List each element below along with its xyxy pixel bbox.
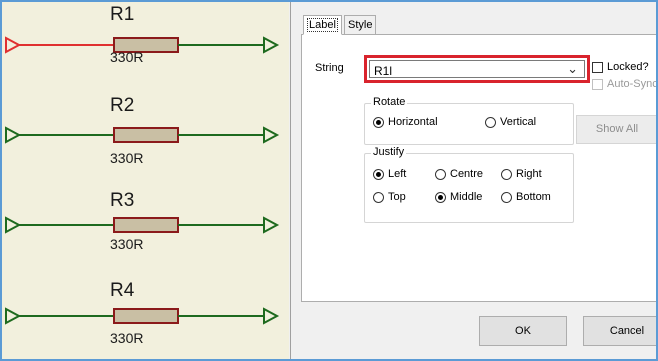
justify-centre-radio-dot[interactable] [435, 168, 446, 180]
ok-button[interactable]: OK [479, 316, 567, 346]
tab-style[interactable]: Style [344, 15, 377, 35]
show-all-button: Show All [576, 115, 656, 144]
justify-right-label: Right [516, 168, 542, 180]
justify-centre-radio[interactable]: Centre [435, 168, 483, 180]
pin-left-r4 [5, 307, 22, 325]
justify-bottom-radio-dot[interactable] [501, 191, 512, 203]
resistor-value-r1[interactable]: 330R [110, 49, 143, 65]
edit-label-dialog: Label Style String R1l ⌄ Locked? Auto-Sy… [290, 2, 658, 359]
tab-label[interactable]: Label [303, 15, 342, 35]
justify-right-radio-dot[interactable] [501, 168, 512, 180]
label-tab-panel: String R1l ⌄ Locked? Auto-Sync Rotate Ho… [301, 34, 658, 302]
justify-group-title: Justify [371, 146, 407, 158]
resistor-value-r4[interactable]: 330R [110, 330, 143, 346]
schematic-drawing [5, 36, 280, 325]
justify-middle-radio-dot[interactable] [435, 191, 446, 203]
string-highlight: R1l ⌄ [364, 55, 590, 83]
justify-left-radio-dot[interactable] [373, 168, 384, 180]
justify-centre-label: Centre [450, 168, 484, 180]
justify-bottom-radio[interactable]: Bottom [501, 191, 551, 203]
resistor-value-r3[interactable]: 330R [110, 236, 143, 252]
pin-left-r1 [5, 36, 22, 54]
locked-checkbox-label: Locked? [607, 61, 649, 73]
rotate-vertical-radio-dot[interactable] [485, 116, 496, 128]
string-combobox[interactable]: R1l ⌄ [369, 60, 585, 78]
rotate-group: Rotate Horizontal Vertical [364, 96, 574, 145]
resistor-ref-r1[interactable]: R1 [110, 4, 134, 26]
schematic-canvas[interactable]: R1 330R R2 330R R3 330R R4 330R [2, 2, 289, 359]
pin-right-r2 [263, 126, 280, 144]
chevron-down-icon[interactable]: ⌄ [567, 61, 578, 77]
string-label: String [315, 62, 344, 74]
screenshot-frame: R1 330R R2 330R R3 330R R4 330R Label St… [0, 0, 658, 361]
tab-label-text: Label [307, 18, 338, 32]
resistor-body-r2 [113, 127, 179, 143]
resistor-body-r3 [113, 217, 179, 233]
justify-left-label: Left [388, 168, 407, 180]
justify-middle-radio[interactable]: Middle [435, 191, 482, 203]
locked-checkbox-box[interactable] [592, 61, 603, 73]
rotate-horizontal-radio[interactable]: Horizontal [373, 116, 438, 128]
justify-right-radio[interactable]: Right [501, 168, 542, 180]
rotate-horizontal-label: Horizontal [388, 116, 438, 128]
resistor-body-r4 [113, 308, 179, 324]
justify-left-radio[interactable]: Left [373, 168, 406, 180]
resistor-ref-r3[interactable]: R3 [110, 190, 134, 212]
justify-top-label: Top [388, 191, 406, 203]
rotate-vertical-label: Vertical [500, 116, 537, 128]
rotate-vertical-radio[interactable]: Vertical [485, 116, 536, 128]
justify-top-radio[interactable]: Top [373, 191, 406, 203]
pin-right-r1 [263, 36, 280, 54]
justify-top-radio-dot[interactable] [373, 191, 384, 203]
locked-checkbox[interactable]: Locked? [592, 61, 649, 73]
auto-sync-checkbox-label: Auto-Sync [607, 78, 658, 90]
pin-right-r3 [263, 216, 280, 234]
rotate-group-title: Rotate [371, 96, 408, 108]
pin-left-r3 [5, 216, 22, 234]
justify-group: Justify Left Centre Right Top Middle Bot… [364, 146, 574, 223]
auto-sync-checkbox-box [592, 78, 603, 90]
resistor-value-r2[interactable]: 330R [110, 150, 143, 166]
justify-middle-label: Middle [450, 191, 483, 203]
justify-bottom-label: Bottom [516, 191, 551, 203]
cancel-button[interactable]: Cancel [583, 316, 656, 346]
auto-sync-checkbox: Auto-Sync [592, 78, 658, 90]
string-value: R1l [374, 64, 393, 78]
rotate-horizontal-radio-dot[interactable] [373, 116, 384, 128]
pin-right-r4 [263, 307, 280, 325]
resistor-ref-r2[interactable]: R2 [110, 95, 134, 117]
resistor-ref-r4[interactable]: R4 [110, 280, 134, 302]
pin-left-r2 [5, 126, 22, 144]
